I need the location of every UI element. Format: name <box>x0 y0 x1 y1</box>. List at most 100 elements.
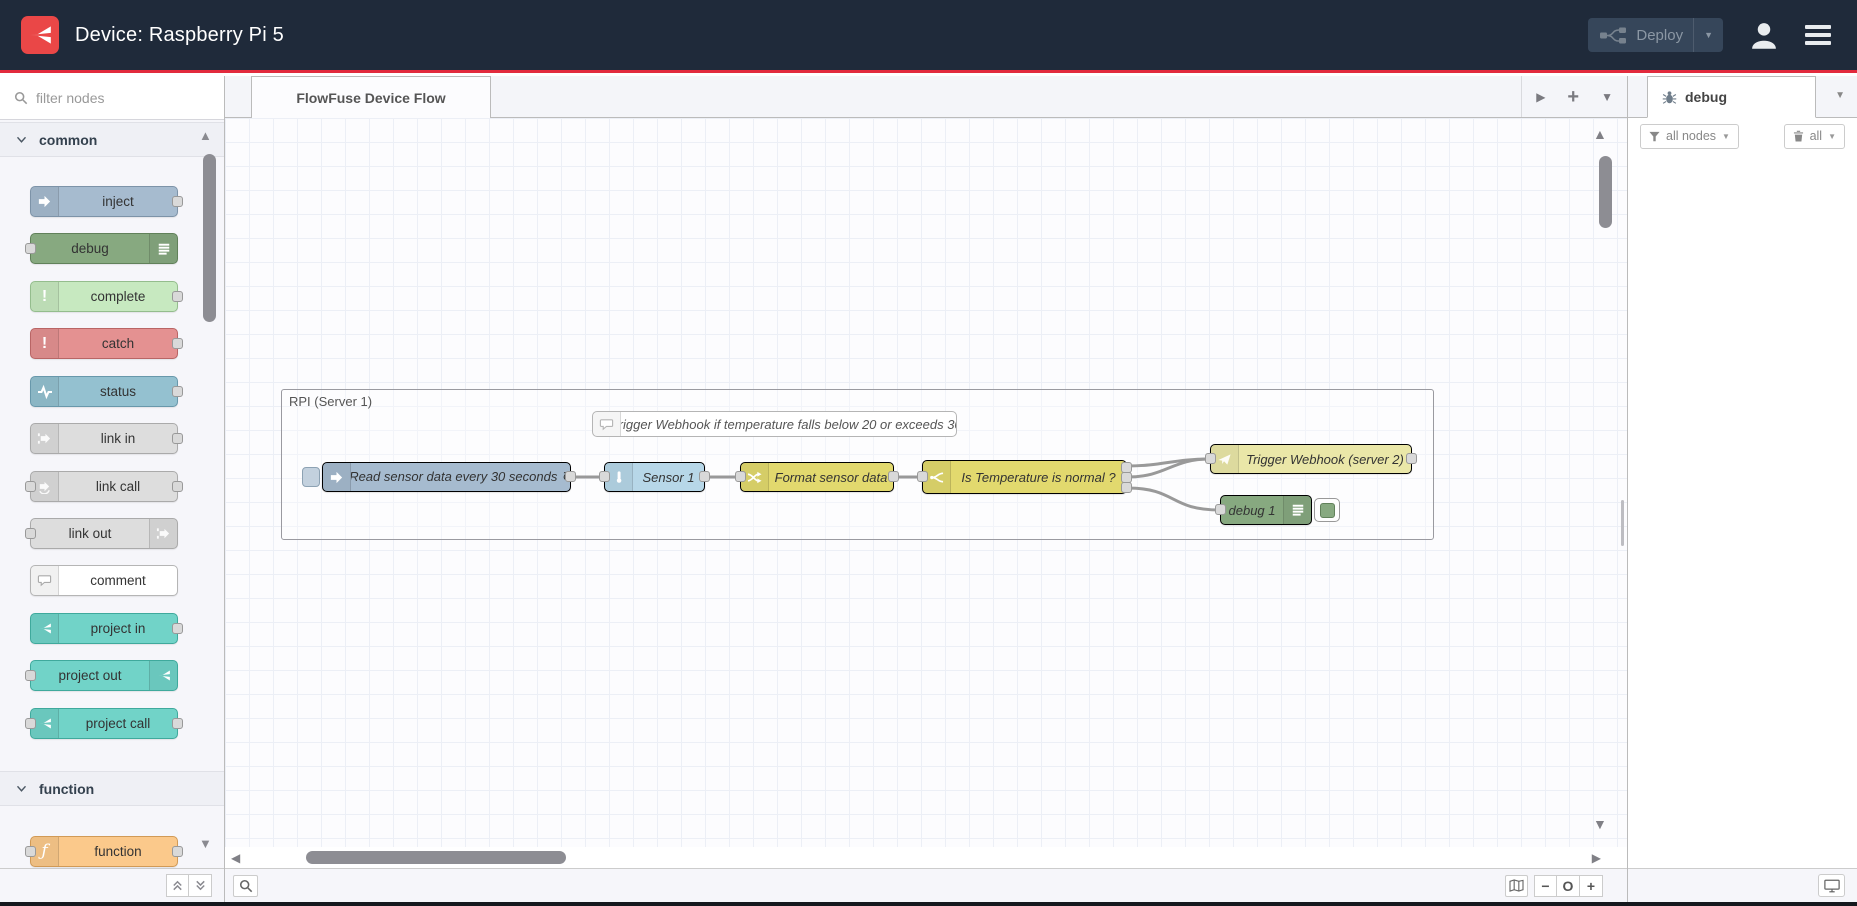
flow-node-inject[interactable]: Read sensor data every 30 seconds ↻ <box>322 462 571 492</box>
sidebar-resize-handle[interactable] <box>1621 500 1624 546</box>
palette-node-function[interactable]: ƒ function <box>30 836 178 867</box>
palette-node-complete[interactable]: ! complete <box>30 281 178 312</box>
output-port-3[interactable] <box>1121 482 1132 493</box>
palette-node-link-call[interactable]: link call <box>30 471 178 502</box>
palette-node-comment[interactable]: comment <box>30 565 178 596</box>
comment-bubble-icon <box>31 566 59 595</box>
palette-category-function[interactable]: function <box>0 771 224 806</box>
flow-node-sensor-1[interactable]: Sensor 1 <box>604 462 705 492</box>
palette-node-link-in[interactable]: link in <box>30 423 178 454</box>
palette-filter-input[interactable] <box>36 90 196 106</box>
output-port[interactable] <box>172 846 183 857</box>
tab-bar-actions: ▶ + ▼ <box>1521 76 1627 117</box>
flow-node-debug-1[interactable]: debug 1 <box>1220 495 1312 525</box>
zoom-button-group: − O + <box>1534 875 1603 897</box>
debug-filter-button[interactable]: all nodes ▼ <box>1640 124 1739 149</box>
output-port[interactable] <box>172 291 183 302</box>
palette-node-catch[interactable]: ! catch <box>30 328 178 359</box>
flow-node-trigger-webhook[interactable]: Trigger Webhook (server 2) <box>1210 444 1412 474</box>
palette-node-inject[interactable]: inject <box>30 186 178 217</box>
output-port[interactable] <box>888 471 899 482</box>
debug-message-list[interactable] <box>1628 154 1857 868</box>
comment-node[interactable]: Trigger Webhook if temperature falls bel… <box>592 411 957 437</box>
input-port[interactable] <box>25 670 36 681</box>
output-port[interactable] <box>1406 453 1417 464</box>
palette-node-project-call[interactable]: project call <box>30 708 178 739</box>
funnel-icon <box>1649 131 1660 142</box>
input-port[interactable] <box>1215 504 1226 515</box>
palette-node-link-out[interactable]: link out <box>30 518 178 549</box>
flow-node-format-sensor-data[interactable]: Format sensor data <box>740 462 894 492</box>
collapse-all-categories-button[interactable] <box>166 874 189 897</box>
sidebar-tab-row: debug ▼ <box>1628 76 1857 118</box>
input-port[interactable] <box>735 471 746 482</box>
debug-lines-icon <box>1283 496 1311 524</box>
minimap-button[interactable] <box>1505 875 1528 897</box>
sidebar-tabs-caret[interactable]: ▼ <box>1835 90 1845 101</box>
canvas-scroll-up-arrow[interactable]: ▲ <box>1593 126 1607 142</box>
output-port[interactable] <box>172 196 183 207</box>
flow-tab-bar: FlowFuse Device Flow ▶ + ▼ <box>225 76 1627 118</box>
exclamation-icon: ! <box>31 282 59 311</box>
output-port[interactable] <box>172 481 183 492</box>
canvas-scroll-left-arrow[interactable]: ◀ <box>231 851 240 865</box>
deploy-button[interactable]: Deploy ▼ <box>1588 18 1723 52</box>
canvas-scroll-right-arrow[interactable]: ▶ <box>1592 851 1601 865</box>
add-flow-button[interactable]: + <box>1567 87 1579 107</box>
page-title: Device: Raspberry Pi 5 <box>75 24 284 47</box>
inject-arrow-icon <box>31 187 59 216</box>
debug-clear-button[interactable]: all ▼ <box>1784 124 1845 149</box>
tab-debug[interactable]: debug <box>1647 76 1816 118</box>
palette-scrollbar-thumb[interactable] <box>203 154 216 322</box>
flow-node-is-temperature-normal[interactable]: Is Temperature is normal ? <box>922 460 1127 494</box>
tab-flowfuse-device-flow[interactable]: FlowFuse Device Flow <box>251 76 491 118</box>
input-port[interactable] <box>25 243 36 254</box>
output-port[interactable] <box>172 386 183 397</box>
inject-trigger-button[interactable] <box>302 467 320 487</box>
output-port[interactable] <box>172 338 183 349</box>
flow-list-caret[interactable]: ▼ <box>1601 90 1613 104</box>
output-port[interactable] <box>172 433 183 444</box>
status-pulse-icon <box>31 377 59 406</box>
palette-node-project-in[interactable]: project in <box>30 613 178 644</box>
node-red-editor: Device: Raspberry Pi 5 Deploy ▼ <box>0 0 1857 906</box>
input-port[interactable] <box>25 528 36 539</box>
deploy-icon <box>1600 27 1626 44</box>
input-port[interactable] <box>25 481 36 492</box>
palette-node-project-out[interactable]: project out <box>30 660 178 691</box>
palette-category-common[interactable]: common <box>0 122 224 157</box>
input-port[interactable] <box>599 471 610 482</box>
canvas-scroll-down-arrow[interactable]: ▼ <box>1593 816 1607 832</box>
link-icon <box>149 519 177 548</box>
debug-toolbar: all nodes ▼ all ▼ <box>1628 118 1857 154</box>
zoom-in-button[interactable]: + <box>1580 875 1603 897</box>
zoom-reset-button[interactable]: O <box>1557 875 1580 897</box>
input-port[interactable] <box>25 846 36 857</box>
zoom-out-button[interactable]: − <box>1534 875 1557 897</box>
canvas-horizontal-scrollbar-thumb[interactable] <box>306 851 566 864</box>
output-port[interactable] <box>699 471 710 482</box>
output-port[interactable] <box>565 471 576 482</box>
open-in-window-button[interactable] <box>1818 874 1845 897</box>
palette-search[interactable] <box>0 76 224 120</box>
chevron-down-icon: ▼ <box>1722 132 1730 141</box>
output-port[interactable] <box>172 623 183 634</box>
input-port[interactable] <box>1205 453 1216 464</box>
canvas-vertical-scrollbar-thumb[interactable] <box>1599 156 1612 228</box>
palette-node-debug[interactable]: debug <box>30 233 178 264</box>
deploy-options-caret[interactable]: ▼ <box>1693 18 1723 52</box>
input-port[interactable] <box>25 718 36 729</box>
palette-scroll-up-arrow[interactable]: ▲ <box>199 128 212 143</box>
expand-all-categories-button[interactable] <box>189 874 212 897</box>
flowfuse-icon <box>31 614 59 643</box>
debug-enable-toggle[interactable] <box>1314 498 1340 522</box>
search-flows-button[interactable] <box>233 875 258 897</box>
main-menu-button[interactable] <box>1805 25 1831 45</box>
palette-node-status[interactable]: status <box>30 376 178 407</box>
tab-scroll-right-icon[interactable]: ▶ <box>1536 90 1545 104</box>
input-port[interactable] <box>917 471 928 482</box>
output-port[interactable] <box>172 718 183 729</box>
palette-scroll-down-arrow[interactable]: ▼ <box>199 836 212 851</box>
user-button[interactable] <box>1749 20 1779 50</box>
flow-canvas[interactable]: RPI (Server 1) Trigger Webhook if temper… <box>225 118 1627 847</box>
